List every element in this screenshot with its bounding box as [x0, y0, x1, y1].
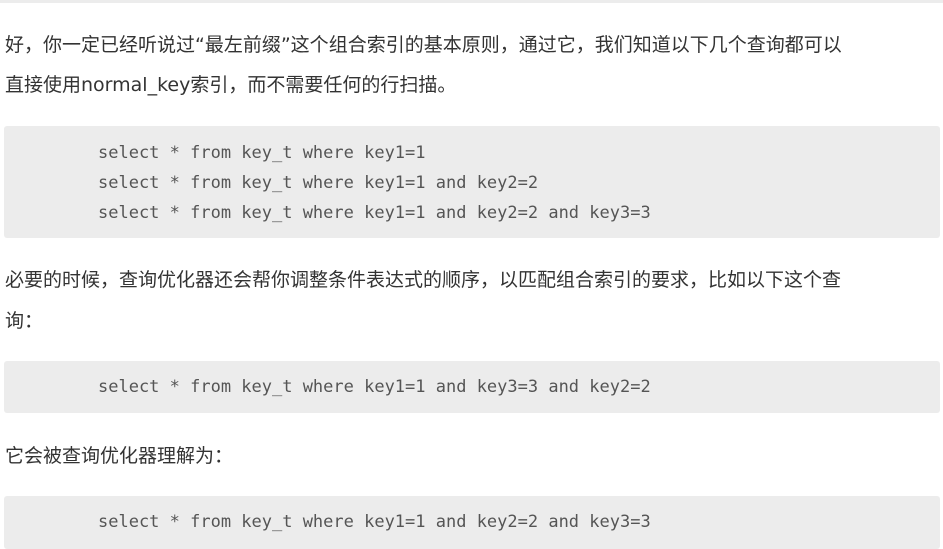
- code-block-2: select * from key_t where key1=1 and key…: [4, 361, 940, 413]
- paragraph-reorder-line-1: 必要的时候，查询优化器还会帮你调整条件表达式的顺序，以匹配组合索引的要求，比如以…: [5, 269, 842, 291]
- code-line: select * from key_t where key1=1 and key…: [98, 203, 651, 223]
- code-line: select * from key_t where key1=1 and key…: [98, 377, 651, 397]
- code-line: select * from key_t where key1=1: [98, 143, 426, 163]
- code-block-3: select * from key_t where key1=1 and key…: [4, 496, 940, 549]
- code-line: select * from key_t where key1=1 and key…: [98, 173, 539, 193]
- paragraph-intro-line-2: 直接使用normal_key索引，而不需要任何的行扫描。: [5, 74, 457, 96]
- top-divider: [0, 0, 943, 3]
- paragraph-understood-as: 它会被查询优化器理解为：: [5, 445, 234, 467]
- code-line: select * from key_t where key1=1 and key…: [98, 512, 651, 532]
- paragraph-intro-line-1: 好，你一定已经听说过“最左前缀”这个组合索引的基本原则，通过它，我们知道以下几个…: [5, 34, 842, 56]
- paragraph-reorder-line-2: 询：: [5, 310, 44, 332]
- code-block-1: select * from key_t where key1=1 select …: [4, 126, 940, 238]
